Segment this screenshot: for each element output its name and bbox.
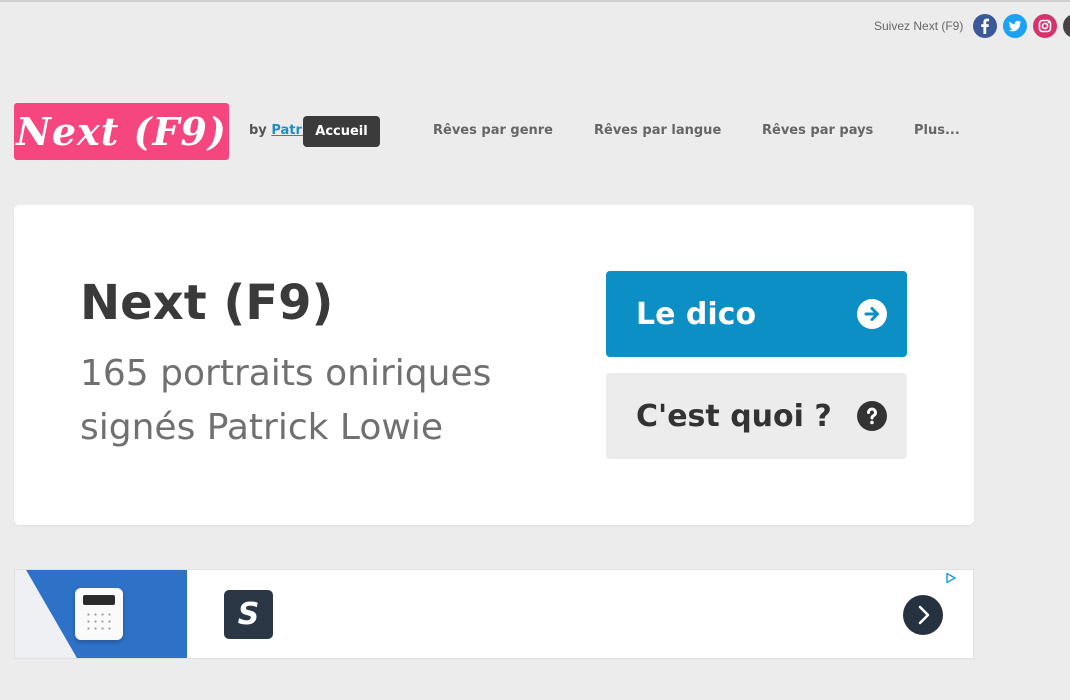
nav-reves-par-genre[interactable]: Rêves par genre — [433, 123, 553, 138]
follow-text: Suivez Next (F9) — [874, 19, 964, 33]
ad-brand-logo[interactable]: S — [224, 590, 273, 639]
hero-subtitle-line2: signés Patrick Lowie — [80, 407, 443, 448]
byline-prefix: by — [249, 123, 272, 138]
adchoices-icon[interactable] — [945, 572, 957, 584]
card-reader-keypad — [85, 611, 113, 633]
ad-image[interactable] — [15, 570, 187, 658]
nav-reves-par-pays[interactable]: Rêves par pays — [762, 123, 873, 138]
card-reader-image — [75, 588, 123, 640]
hero-card: Next (F9) 165 portraits oniriques signés… — [14, 205, 974, 525]
more-social-icon[interactable] — [1063, 14, 1070, 38]
cest-quoi-button[interactable]: C'est quoi ? — [606, 373, 907, 459]
arrow-right-circle-icon — [857, 299, 887, 329]
instagram-icon[interactable] — [1033, 14, 1058, 38]
home-tooltip[interactable]: Accueil — [303, 116, 380, 147]
chevron-right-icon — [918, 605, 930, 625]
hero-subtitle: 165 portraits oniriques signés Patrick L… — [80, 347, 560, 455]
facebook-icon[interactable] — [973, 14, 998, 38]
cest-quoi-label: C'est quoi ? — [636, 398, 832, 434]
site-logo[interactable]: Next (F9) — [14, 103, 229, 160]
twitter-icon[interactable] — [1003, 14, 1028, 38]
ad-brand-letter: S — [237, 597, 260, 632]
author-link[interactable]: Patri — [271, 123, 306, 138]
logo-text: Next (F9) — [16, 109, 227, 154]
top-border — [0, 0, 1070, 2]
le-dico-label: Le dico — [636, 296, 757, 332]
advertisement-banner[interactable]: S — [14, 569, 974, 659]
card-reader-screen — [83, 595, 115, 605]
question-circle-icon — [857, 401, 887, 431]
le-dico-button[interactable]: Le dico — [606, 271, 907, 357]
hero-title: Next (F9) — [80, 275, 334, 331]
hero-subtitle-line1: 165 portraits oniriques — [80, 353, 492, 394]
nav-plus[interactable]: Plus... — [914, 123, 960, 138]
ad-next-button[interactable] — [903, 595, 943, 635]
social-follow: Suivez Next (F9) — [874, 14, 1070, 38]
byline: by Patri — [249, 123, 306, 138]
nav-reves-par-langue[interactable]: Rêves par langue — [594, 123, 721, 138]
